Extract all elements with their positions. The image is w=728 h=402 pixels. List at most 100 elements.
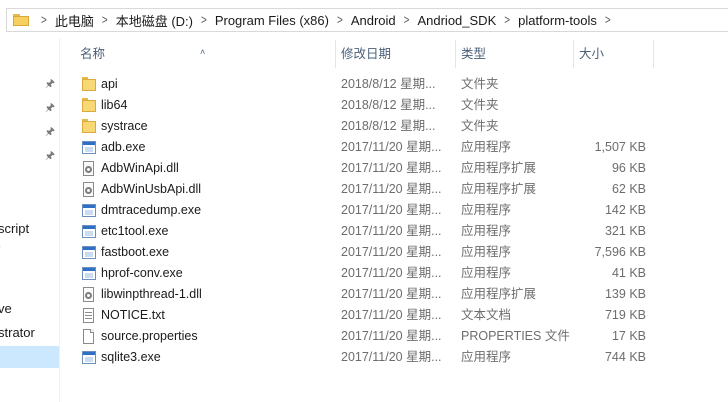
folder-icon bbox=[82, 98, 96, 113]
dll-icon bbox=[82, 182, 96, 197]
file-type: 文件夹 bbox=[461, 77, 499, 91]
column-header-label: 修改日期 bbox=[341, 47, 392, 61]
exe-icon bbox=[82, 203, 96, 218]
file-type: 文本文档 bbox=[461, 308, 512, 322]
file-row[interactable]: lib64 2018/8/12 星期... 文件夹 bbox=[60, 95, 660, 116]
file-size: 1,507 KB bbox=[594, 140, 646, 154]
nav-item[interactable]: script bbox=[0, 221, 29, 236]
sort-ascending-icon: ˄ bbox=[200, 47, 206, 57]
file-row[interactable]: sqlite3.exe 2017/11/20 星期... 应用程序 744 KB bbox=[60, 347, 660, 368]
file-type: 应用程序扩展 bbox=[461, 182, 537, 196]
breadcrumb-platform-tools[interactable]: platform-tools bbox=[518, 13, 597, 28]
column-header-label: 名称 bbox=[80, 47, 106, 61]
pin-icon[interactable]: 🖈 bbox=[44, 102, 56, 114]
file-modified-date: 2017/11/20 星期... bbox=[341, 182, 442, 196]
file-name: systrace bbox=[101, 119, 148, 133]
file-name: hprof-conv.exe bbox=[101, 266, 183, 280]
file-name: fastboot.exe bbox=[101, 245, 170, 259]
file-name: sqlite3.exe bbox=[101, 350, 161, 364]
file-name: api bbox=[101, 77, 118, 91]
nav-item[interactable]: strator bbox=[0, 325, 35, 340]
breadcrumb-program-files[interactable]: Program Files (x86) bbox=[215, 13, 329, 28]
file-size: 321 KB bbox=[604, 224, 646, 238]
nav-item[interactable]: ve bbox=[0, 301, 12, 316]
folder-icon bbox=[13, 14, 29, 26]
folder-icon bbox=[82, 119, 96, 134]
navigation-pane: 🖈 🖈 🖈 🖈 script r ve strator bbox=[0, 38, 60, 402]
breadcrumb-this-pc[interactable]: 此电脑 bbox=[55, 11, 94, 30]
file-modified-date: 2017/11/20 星期... bbox=[341, 350, 442, 364]
file-modified-date: 2017/11/20 星期... bbox=[341, 329, 442, 343]
folder-icon bbox=[82, 77, 96, 92]
file-row[interactable]: etc1tool.exe 2017/11/20 星期... 应用程序 321 KB bbox=[60, 221, 660, 242]
nav-item-selected[interactable] bbox=[0, 346, 59, 368]
file-size: 17 KB bbox=[611, 329, 646, 343]
file-type: PROPERTIES 文件 bbox=[461, 329, 570, 343]
file-row[interactable]: AdbWinApi.dll 2017/11/20 星期... 应用程序扩展 96 KB bbox=[60, 158, 660, 179]
file-row[interactable]: dmtracedump.exe 2017/11/20 星期... 应用程序 142 K… bbox=[60, 200, 660, 221]
file-row[interactable]: adb.exe 2017/11/20 星期... 应用程序 1,507 KB bbox=[60, 137, 660, 158]
file-row[interactable]: AdbWinUsbApi.dll 2017/11/20 星期... 应用程序扩展 62… bbox=[60, 179, 660, 200]
file-modified-date: 2018/8/12 星期... bbox=[341, 77, 436, 91]
file-type: 应用程序 bbox=[461, 140, 512, 154]
file-name: adb.exe bbox=[101, 140, 146, 154]
breadcrumb-android[interactable]: Android bbox=[351, 13, 396, 28]
file-row[interactable]: api 2018/8/12 星期... 文件夹 bbox=[60, 74, 660, 95]
pin-icon[interactable]: 🖈 bbox=[44, 126, 56, 138]
file-size: 719 KB bbox=[604, 308, 646, 322]
exe-icon bbox=[82, 224, 96, 239]
file-size: 41 KB bbox=[611, 266, 646, 280]
file-icon bbox=[82, 329, 96, 344]
file-size: 62 KB bbox=[611, 182, 646, 196]
dll-icon bbox=[82, 287, 96, 302]
dll-icon bbox=[82, 161, 96, 176]
file-name: dmtracedump.exe bbox=[101, 203, 202, 217]
file-type: 文件夹 bbox=[461, 119, 499, 133]
chevron-right-icon[interactable]: > bbox=[605, 13, 611, 27]
file-modified-date: 2017/11/20 星期... bbox=[341, 224, 442, 238]
file-modified-date: 2017/11/20 星期... bbox=[341, 308, 442, 322]
file-row[interactable]: libwinpthread-1.dll 2017/11/20 星期... 应用程序扩… bbox=[60, 284, 660, 305]
file-row[interactable]: NOTICE.txt 2017/11/20 星期... 文本文档 719 KB bbox=[60, 305, 660, 326]
column-header-date[interactable]: 修改日期 bbox=[335, 46, 455, 70]
exe-icon bbox=[82, 140, 96, 155]
column-divider[interactable] bbox=[653, 40, 654, 68]
pin-icon[interactable]: 🖈 bbox=[44, 150, 56, 162]
pin-icon[interactable]: 🖈 bbox=[44, 78, 56, 90]
file-modified-date: 2017/11/20 星期... bbox=[341, 287, 442, 301]
chevron-right-icon[interactable]: > bbox=[102, 13, 108, 27]
file-modified-date: 2017/11/20 星期... bbox=[341, 161, 442, 175]
file-type: 应用程序 bbox=[461, 350, 512, 364]
file-row[interactable]: hprof-conv.exe 2017/11/20 星期... 应用程序 41 KB bbox=[60, 263, 660, 284]
file-size: 96 KB bbox=[611, 161, 646, 175]
file-type: 应用程序扩展 bbox=[461, 287, 537, 301]
file-type: 应用程序 bbox=[461, 245, 512, 259]
file-name: etc1tool.exe bbox=[101, 224, 169, 238]
file-row[interactable]: systrace 2018/8/12 星期... 文件夹 bbox=[60, 116, 660, 137]
file-modified-date: 2018/8/12 星期... bbox=[341, 98, 436, 112]
file-type: 应用程序 bbox=[461, 224, 512, 238]
chevron-right-icon[interactable]: > bbox=[404, 13, 410, 27]
chevron-right-icon[interactable]: > bbox=[337, 13, 343, 27]
file-row[interactable]: fastboot.exe 2017/11/20 星期... 应用程序 7,596 KB bbox=[60, 242, 660, 263]
chevron-right-icon[interactable]: > bbox=[504, 13, 510, 27]
file-name: AdbWinApi.dll bbox=[101, 161, 179, 175]
column-header-size[interactable]: 大小 bbox=[573, 46, 653, 70]
column-header-label: 大小 bbox=[579, 47, 605, 61]
file-size: 142 KB bbox=[604, 203, 646, 217]
address-box[interactable]: > 此电脑 > 本地磁盘 (D:) > Program Files (x86) … bbox=[6, 8, 728, 32]
file-type: 文件夹 bbox=[461, 98, 499, 112]
breadcrumb-sdk[interactable]: Andriod_SDK bbox=[417, 13, 496, 28]
column-header-name[interactable]: ˄ 名称 bbox=[60, 46, 335, 70]
chevron-right-icon[interactable]: > bbox=[201, 13, 207, 27]
column-header-type[interactable]: 类型 bbox=[455, 46, 573, 70]
file-type: 应用程序扩展 bbox=[461, 161, 537, 175]
file-name: source.properties bbox=[101, 329, 198, 343]
exe-icon bbox=[82, 350, 96, 365]
chevron-right-icon[interactable]: > bbox=[41, 13, 47, 27]
file-type: 应用程序 bbox=[461, 203, 512, 217]
file-row[interactable]: source.properties 2017/11/20 星期... PROPERT… bbox=[60, 326, 660, 347]
file-size: 7,596 KB bbox=[594, 245, 646, 259]
breadcrumb-local-disk[interactable]: 本地磁盘 (D:) bbox=[116, 11, 193, 30]
file-modified-date: 2017/11/20 星期... bbox=[341, 266, 442, 280]
